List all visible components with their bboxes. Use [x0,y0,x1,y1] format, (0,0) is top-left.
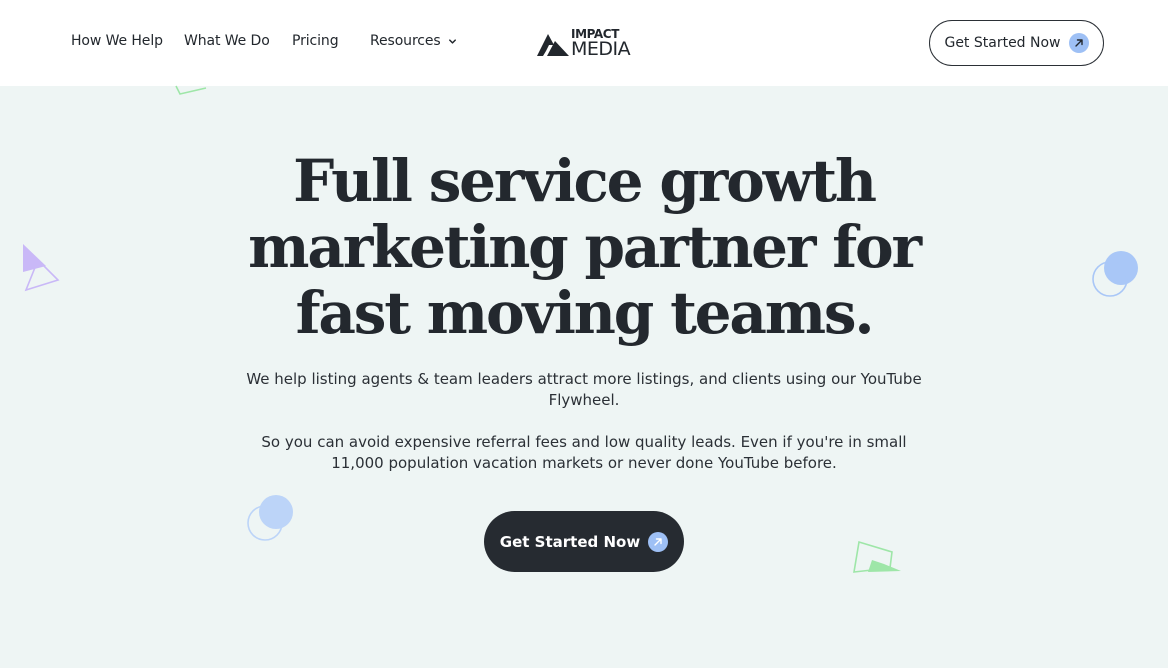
decorative-blue-circles [1092,251,1138,297]
decorative-purple-triangle [23,244,60,292]
hero-paragraph-2: So you can avoid expensive referral fees… [261,433,907,472]
header-get-started-label: Get Started Now [944,35,1061,51]
logo-bottom-text: MEDIA [571,38,631,60]
arrow-up-right-icon [1068,33,1089,53]
site-header: How We Help What We Do Pricing Resources… [0,0,1168,86]
impact-media-logo[interactable]: IMPACT MEDIA [537,27,637,60]
nav-resources-label: Resources [370,33,441,49]
hero-title: Full service growth marketing partner fo… [248,147,922,347]
nav-how-we-help[interactable]: How We Help [71,33,163,49]
hero-paragraph-1: We help listing agents & team leaders at… [246,370,922,409]
header-get-started-button[interactable]: Get Started Now [929,20,1104,66]
decorative-green-shape [853,540,901,573]
decorative-blue-circles-left [247,495,293,541]
arrow-up-right-icon [648,531,669,552]
nav-pricing[interactable]: Pricing [292,33,339,49]
hero-get-started-button[interactable]: Get Started Now [484,511,684,572]
nav-what-we-do[interactable]: What We Do [184,33,270,49]
logo-mark-icon [537,34,569,56]
hero-get-started-label: Get Started Now [499,532,641,551]
decorative-green-outline-shape [175,85,207,95]
chevron-down-icon [448,38,456,44]
nav-resources[interactable]: Resources [370,33,458,49]
